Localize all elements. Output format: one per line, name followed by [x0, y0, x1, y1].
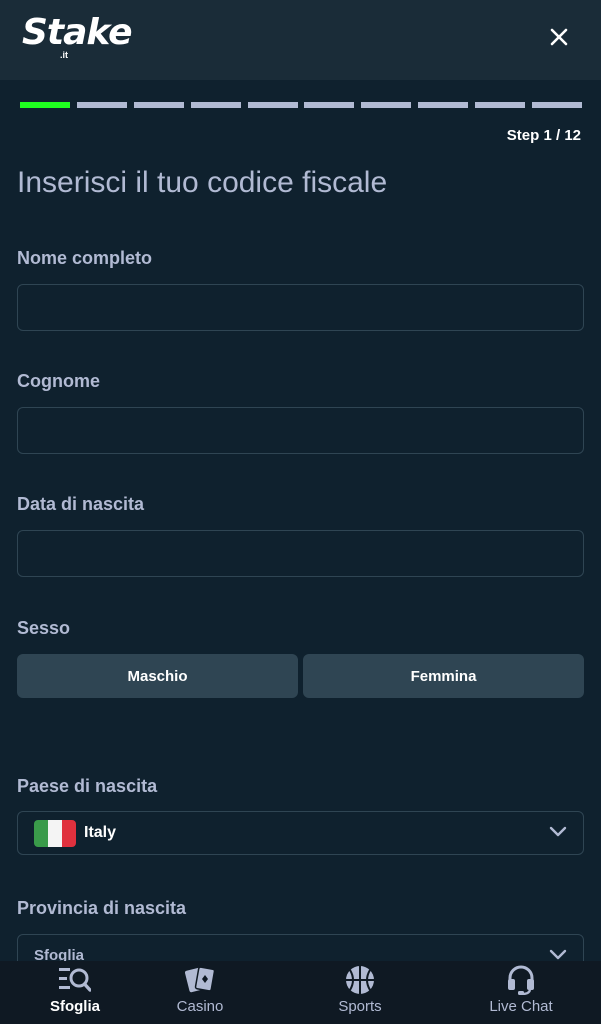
gender-male-button[interactable]: Maschio [17, 654, 298, 698]
progress-segment [304, 102, 355, 108]
birth-country-label: Paese di nascita [17, 776, 158, 796]
birth-country-value: Italy [84, 824, 117, 841]
headset-icon [508, 965, 534, 995]
nav-label-live-chat: Live Chat [489, 998, 553, 1015]
surname-input[interactable] [17, 407, 584, 454]
full-name-input[interactable] [17, 284, 584, 331]
nav-label-casino: Casino [176, 998, 224, 1015]
nav-item-casino[interactable]: Casino [125, 961, 275, 1024]
nav-item-sports[interactable]: Sports [285, 961, 435, 1024]
progress-segment [475, 102, 526, 108]
progress-segment [361, 102, 412, 108]
progress-segment [247, 102, 298, 108]
browse-icon [59, 968, 91, 992]
logo-sub: .it [60, 50, 68, 60]
birth-date-label: Data di nascita [17, 494, 145, 514]
close-icon [550, 28, 568, 46]
progress-segment [190, 102, 241, 108]
top-header: Stake .it [0, 0, 601, 80]
bottom-navigation: Sfoglia Casino Sports Live Chat [0, 961, 601, 1024]
birth-province-label: Provincia di nascita [17, 898, 187, 918]
progress-segment-active [20, 102, 70, 108]
chevron-down-icon [549, 949, 567, 960]
progress-segment [418, 102, 469, 108]
cards-icon [185, 966, 216, 993]
step-progress-bar [20, 102, 582, 108]
nav-item-live-chat[interactable]: Live Chat [446, 961, 596, 1024]
gender-female-button[interactable]: Femmina [303, 654, 584, 698]
stake-logo[interactable]: Stake .it [22, 12, 133, 62]
progress-segment [532, 102, 582, 108]
full-name-label: Nome completo [17, 248, 153, 268]
basketball-icon [346, 966, 374, 994]
nav-label-sports: Sports [338, 998, 382, 1015]
close-button[interactable] [544, 22, 574, 52]
progress-segment [76, 102, 127, 108]
page-title: Inserisci il tuo codice fiscale [17, 166, 388, 199]
logo-text: Stake [22, 12, 133, 53]
progress-segment [133, 102, 184, 108]
step-counter: Step 1 / 12 [506, 127, 581, 144]
chevron-down-icon [549, 826, 567, 837]
gender-label: Sesso [17, 618, 71, 638]
surname-label: Cognome [17, 371, 100, 391]
birth-country-select[interactable]: Italy [17, 811, 584, 855]
italy-flag-icon [34, 820, 76, 847]
birth-date-input[interactable] [17, 530, 584, 577]
